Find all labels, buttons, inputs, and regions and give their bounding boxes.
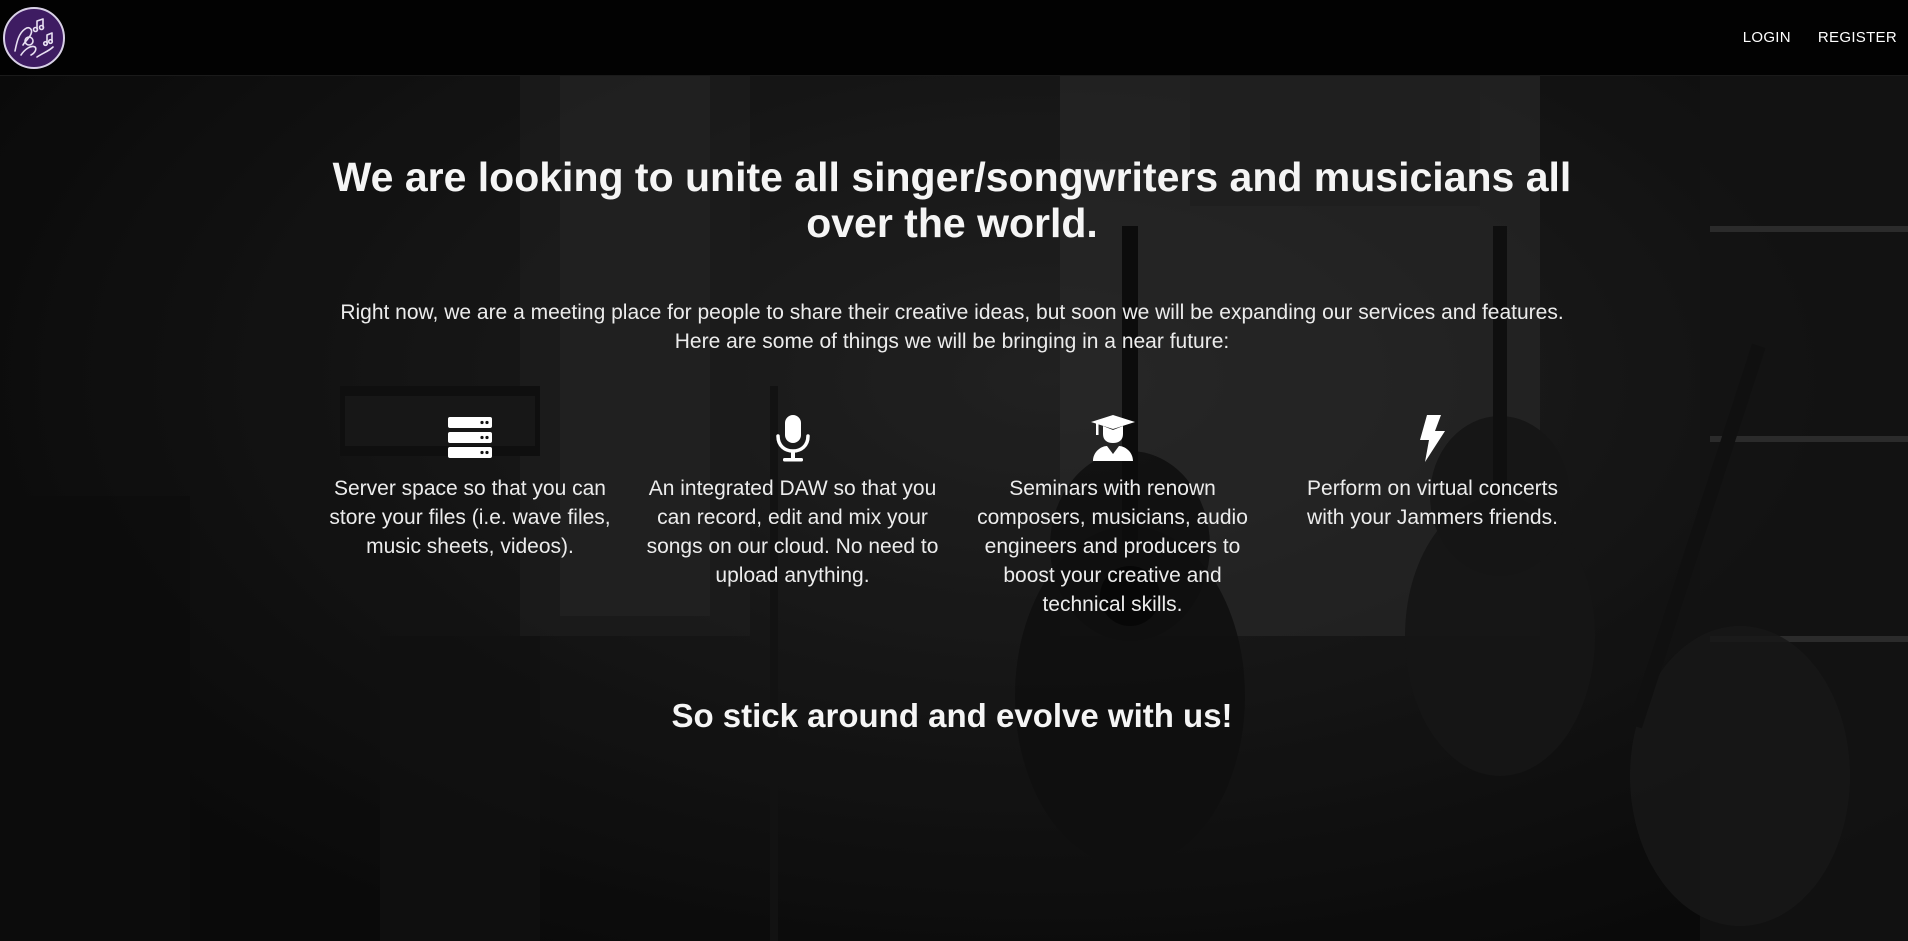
feature-server-space: Server space so that you can store your … — [320, 412, 620, 561]
hero-content: We are looking to unite all singer/songw… — [0, 76, 1908, 941]
register-link[interactable]: REGISTER — [1803, 0, 1908, 76]
hero-headline: We are looking to unite all singer/songw… — [332, 154, 1572, 246]
nav-links: LOGIN REGISTER — [1731, 0, 1908, 76]
login-link[interactable]: LOGIN — [1731, 0, 1803, 76]
feature-seminars: Seminars with renown composers, musician… — [960, 412, 1265, 619]
feature-integrated-daw: An integrated DAW so that you can record… — [640, 412, 945, 590]
microphone-icon — [767, 412, 819, 464]
navbar: LOGIN REGISTER — [0, 0, 1908, 76]
graduate-icon — [1087, 412, 1139, 464]
music-hands-logo-icon[interactable] — [3, 6, 65, 69]
server-icon — [444, 412, 496, 464]
feature-text: Seminars with renown composers, musician… — [977, 477, 1248, 616]
closing-tagline: So stick around and evolve with us! — [671, 697, 1233, 734]
feature-text: Perform on virtual concerts with your Ja… — [1307, 477, 1558, 529]
hero-intro: Right now, we are a meeting place for pe… — [340, 301, 1564, 353]
feature-virtual-concerts: Perform on virtual concerts with your Ja… — [1290, 412, 1575, 532]
feature-text: Server space so that you can store your … — [329, 477, 611, 558]
feature-text: An integrated DAW so that you can record… — [646, 477, 939, 587]
bolt-icon — [1407, 412, 1459, 464]
